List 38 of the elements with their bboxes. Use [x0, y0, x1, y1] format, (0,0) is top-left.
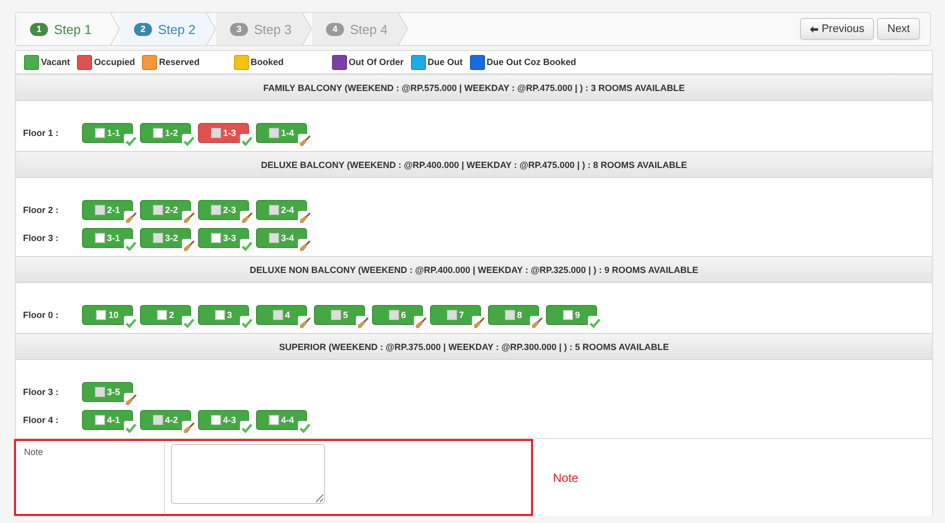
section-header: SUPERIOR (WEEKEND : @RP.375.000 | WEEKDAY : @RP.300.000 | ) : 5 ROOMS AVAILABLE [16, 333, 932, 360]
legend-label: Due Out Coz Booked [486, 57, 576, 67]
floor-label: Floor 1 : [23, 128, 60, 138]
legend-label: Vacant [41, 57, 70, 67]
step-tab[interactable]: 2 Step 2 [120, 13, 216, 45]
checkbox[interactable] [156, 310, 167, 320]
legend-label: Reserved [159, 57, 200, 67]
section-header: DELUXE NON BALCONY (WEEKEND : @RP.400.000 | WEEKDAY : @RP.325.000 | ) : 9 ROOMS AVAILABLE [16, 256, 932, 283]
floor-label: Floor 0 : [23, 310, 60, 320]
step-tab[interactable]: 3 Step 3 [216, 13, 312, 45]
section-header: FAMILY BALCONY (WEEKEND : @RP.575.000 | WEEKDAY : @RP.475.000 | ) : 3 ROOMS AVAILABLE [16, 74, 932, 101]
next-button[interactable]: Next [877, 18, 920, 40]
arrow-left-icon [810, 26, 818, 32]
step-tab[interactable]: 1 Step 1 [16, 13, 120, 45]
note-hint: Note [553, 470, 578, 484]
legend-label: Due Out [428, 57, 463, 67]
legend-label: Occupied [94, 57, 136, 67]
note-field[interactable] [171, 444, 325, 504]
note-label: Note [24, 447, 44, 457]
checkbox[interactable] [94, 128, 105, 138]
floor-label: Floor 4 : [23, 415, 60, 425]
checkbox[interactable] [214, 310, 225, 320]
previous-button[interactable]: Previous [800, 18, 874, 40]
checkbox[interactable] [268, 415, 279, 425]
checkbox[interactable] [152, 128, 163, 138]
checkbox[interactable] [94, 233, 105, 243]
section-header: DELUXE BALCONY (WEEKEND : @RP.400.000 | WEEKDAY : @RP.475.000 | ) : 8 ROOMS AVAILABLE [16, 151, 932, 178]
step-tab[interactable]: 4 Step 4 [312, 13, 408, 45]
legend-label: Out Of Order [348, 57, 404, 67]
floor-label: Floor 2 : [23, 205, 60, 215]
floor-label: Floor 3 : [23, 387, 60, 397]
checkbox[interactable] [96, 310, 106, 320]
checkbox[interactable] [562, 310, 573, 320]
checkbox[interactable] [94, 415, 105, 425]
floor-label: Floor 3 : [23, 233, 60, 243]
legend-label: Booked [250, 57, 284, 67]
checkbox[interactable] [210, 233, 221, 243]
checkbox[interactable] [210, 415, 221, 425]
